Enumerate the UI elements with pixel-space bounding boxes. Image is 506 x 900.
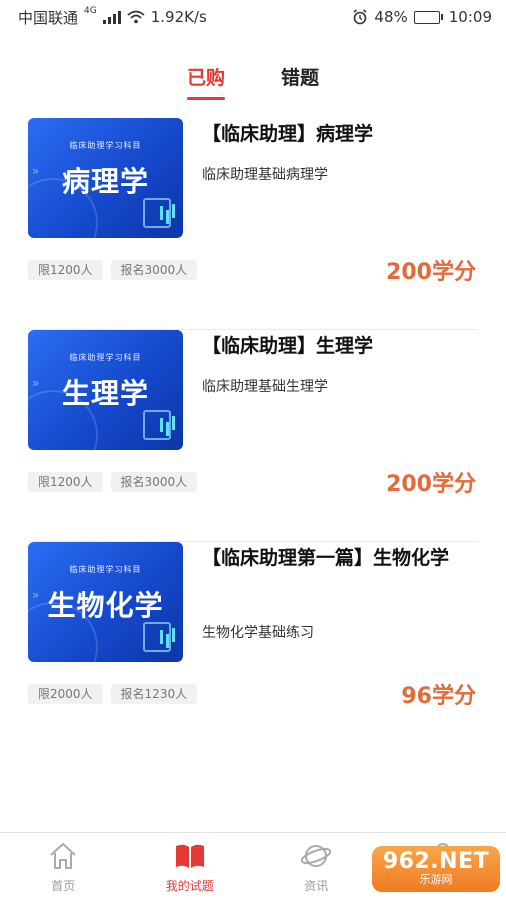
chart-icon <box>143 410 171 440</box>
watermark-top: 962.NET <box>382 849 490 874</box>
status-right: 48% 10:09 <box>352 8 492 26</box>
chart-icon <box>143 198 171 228</box>
list-item[interactable]: » 临床助理学习科目 病理学 【临床助理】病理学 临床助理基础病理学 限1200… <box>28 118 478 330</box>
limit-tag: 限2000人 <box>28 684 103 704</box>
course-description: 临床助理基础生理学 <box>202 379 328 395</box>
course-thumbnail: » 临床助理学习科目 生物化学 <box>28 542 183 662</box>
course-price: 200学分 <box>386 472 476 497</box>
course-price: 96学分 <box>401 684 476 709</box>
course-price: 200学分 <box>386 260 476 285</box>
tab-wrong-questions[interactable]: 错题 <box>281 60 319 100</box>
watermark-bottom: 乐游网 <box>419 873 453 886</box>
thumbnail-subtitle: 临床助理学习科目 <box>69 353 142 362</box>
status-left: 中国联通 4G 1.92K/s <box>18 6 207 28</box>
battery-icon <box>413 10 443 24</box>
thumbnail-title: 病理学 <box>61 165 149 198</box>
course-tags: 限1200人 报名3000人 <box>28 472 198 492</box>
nav-my-questions[interactable]: 我的试题 <box>127 833 254 900</box>
limit-tag: 限1200人 <box>28 260 103 280</box>
wifi-icon <box>127 10 145 24</box>
course-thumbnail: » 临床助理学习科目 病理学 <box>28 118 183 238</box>
site-watermark-logo: 962.NET 乐游网 <box>372 846 500 892</box>
carrier-name: 中国联通 <box>18 8 79 27</box>
enrolled-tag: 报名1230人 <box>110 684 198 704</box>
signal-icon <box>102 10 121 24</box>
course-description: 生物化学基础练习 <box>202 625 314 641</box>
thumbnail-subtitle: 临床助理学习科目 <box>69 565 142 574</box>
book-icon <box>175 844 204 868</box>
nav-news-label: 资讯 <box>304 879 329 893</box>
nav-home-label: 首页 <box>51 879 76 893</box>
network-speed: 1.92K/s <box>150 8 207 26</box>
clock: 10:09 <box>448 8 492 26</box>
thumbnail-title: 生理学 <box>61 377 149 410</box>
tab-purchased[interactable]: 已购 <box>186 60 226 100</box>
course-tags: 限1200人 报名3000人 <box>28 260 198 280</box>
nav-home[interactable]: 首页 <box>0 833 127 900</box>
tab-bar: 已购 错题 <box>0 60 506 104</box>
chart-icon <box>143 622 171 652</box>
course-description: 临床助理基础病理学 <box>202 167 328 183</box>
thumbnail-title: 生物化学 <box>47 589 164 622</box>
thumbnail-subtitle: 临床助理学习科目 <box>69 141 142 150</box>
course-title: 【临床助理】生理学 <box>202 335 374 357</box>
alarm-icon <box>353 9 367 25</box>
course-list: » 临床助理学习科目 病理学 【临床助理】病理学 临床助理基础病理学 限1200… <box>28 118 478 754</box>
course-thumbnail: » 临床助理学习科目 生理学 <box>28 330 183 450</box>
enrolled-tag: 报名3000人 <box>110 472 198 492</box>
list-item[interactable]: » 临床助理学习科目 生理学 【临床助理】生理学 临床助理基础生理学 限1200… <box>28 330 478 542</box>
network-type: 4G <box>84 6 97 16</box>
nav-news[interactable]: 资讯 <box>253 833 380 900</box>
status-bar: 中国联通 4G 1.92K/s 48% 10:09 <box>0 0 506 34</box>
nav-my-questions-label: 我的试题 <box>165 879 214 893</box>
limit-tag: 限1200人 <box>28 472 103 492</box>
enrolled-tag: 报名3000人 <box>110 260 198 280</box>
home-icon <box>50 843 76 869</box>
course-title: 【临床助理第一篇】生物化学 <box>202 547 450 569</box>
course-tags: 限2000人 报名1230人 <box>28 684 198 704</box>
list-item[interactable]: » 临床助理学习科目 生物化学 【临床助理第一篇】生物化学 生物化学基础练习 限… <box>28 542 478 754</box>
planet-icon <box>301 845 332 867</box>
battery-percent: 48% <box>374 8 408 26</box>
course-title: 【临床助理】病理学 <box>202 123 374 145</box>
